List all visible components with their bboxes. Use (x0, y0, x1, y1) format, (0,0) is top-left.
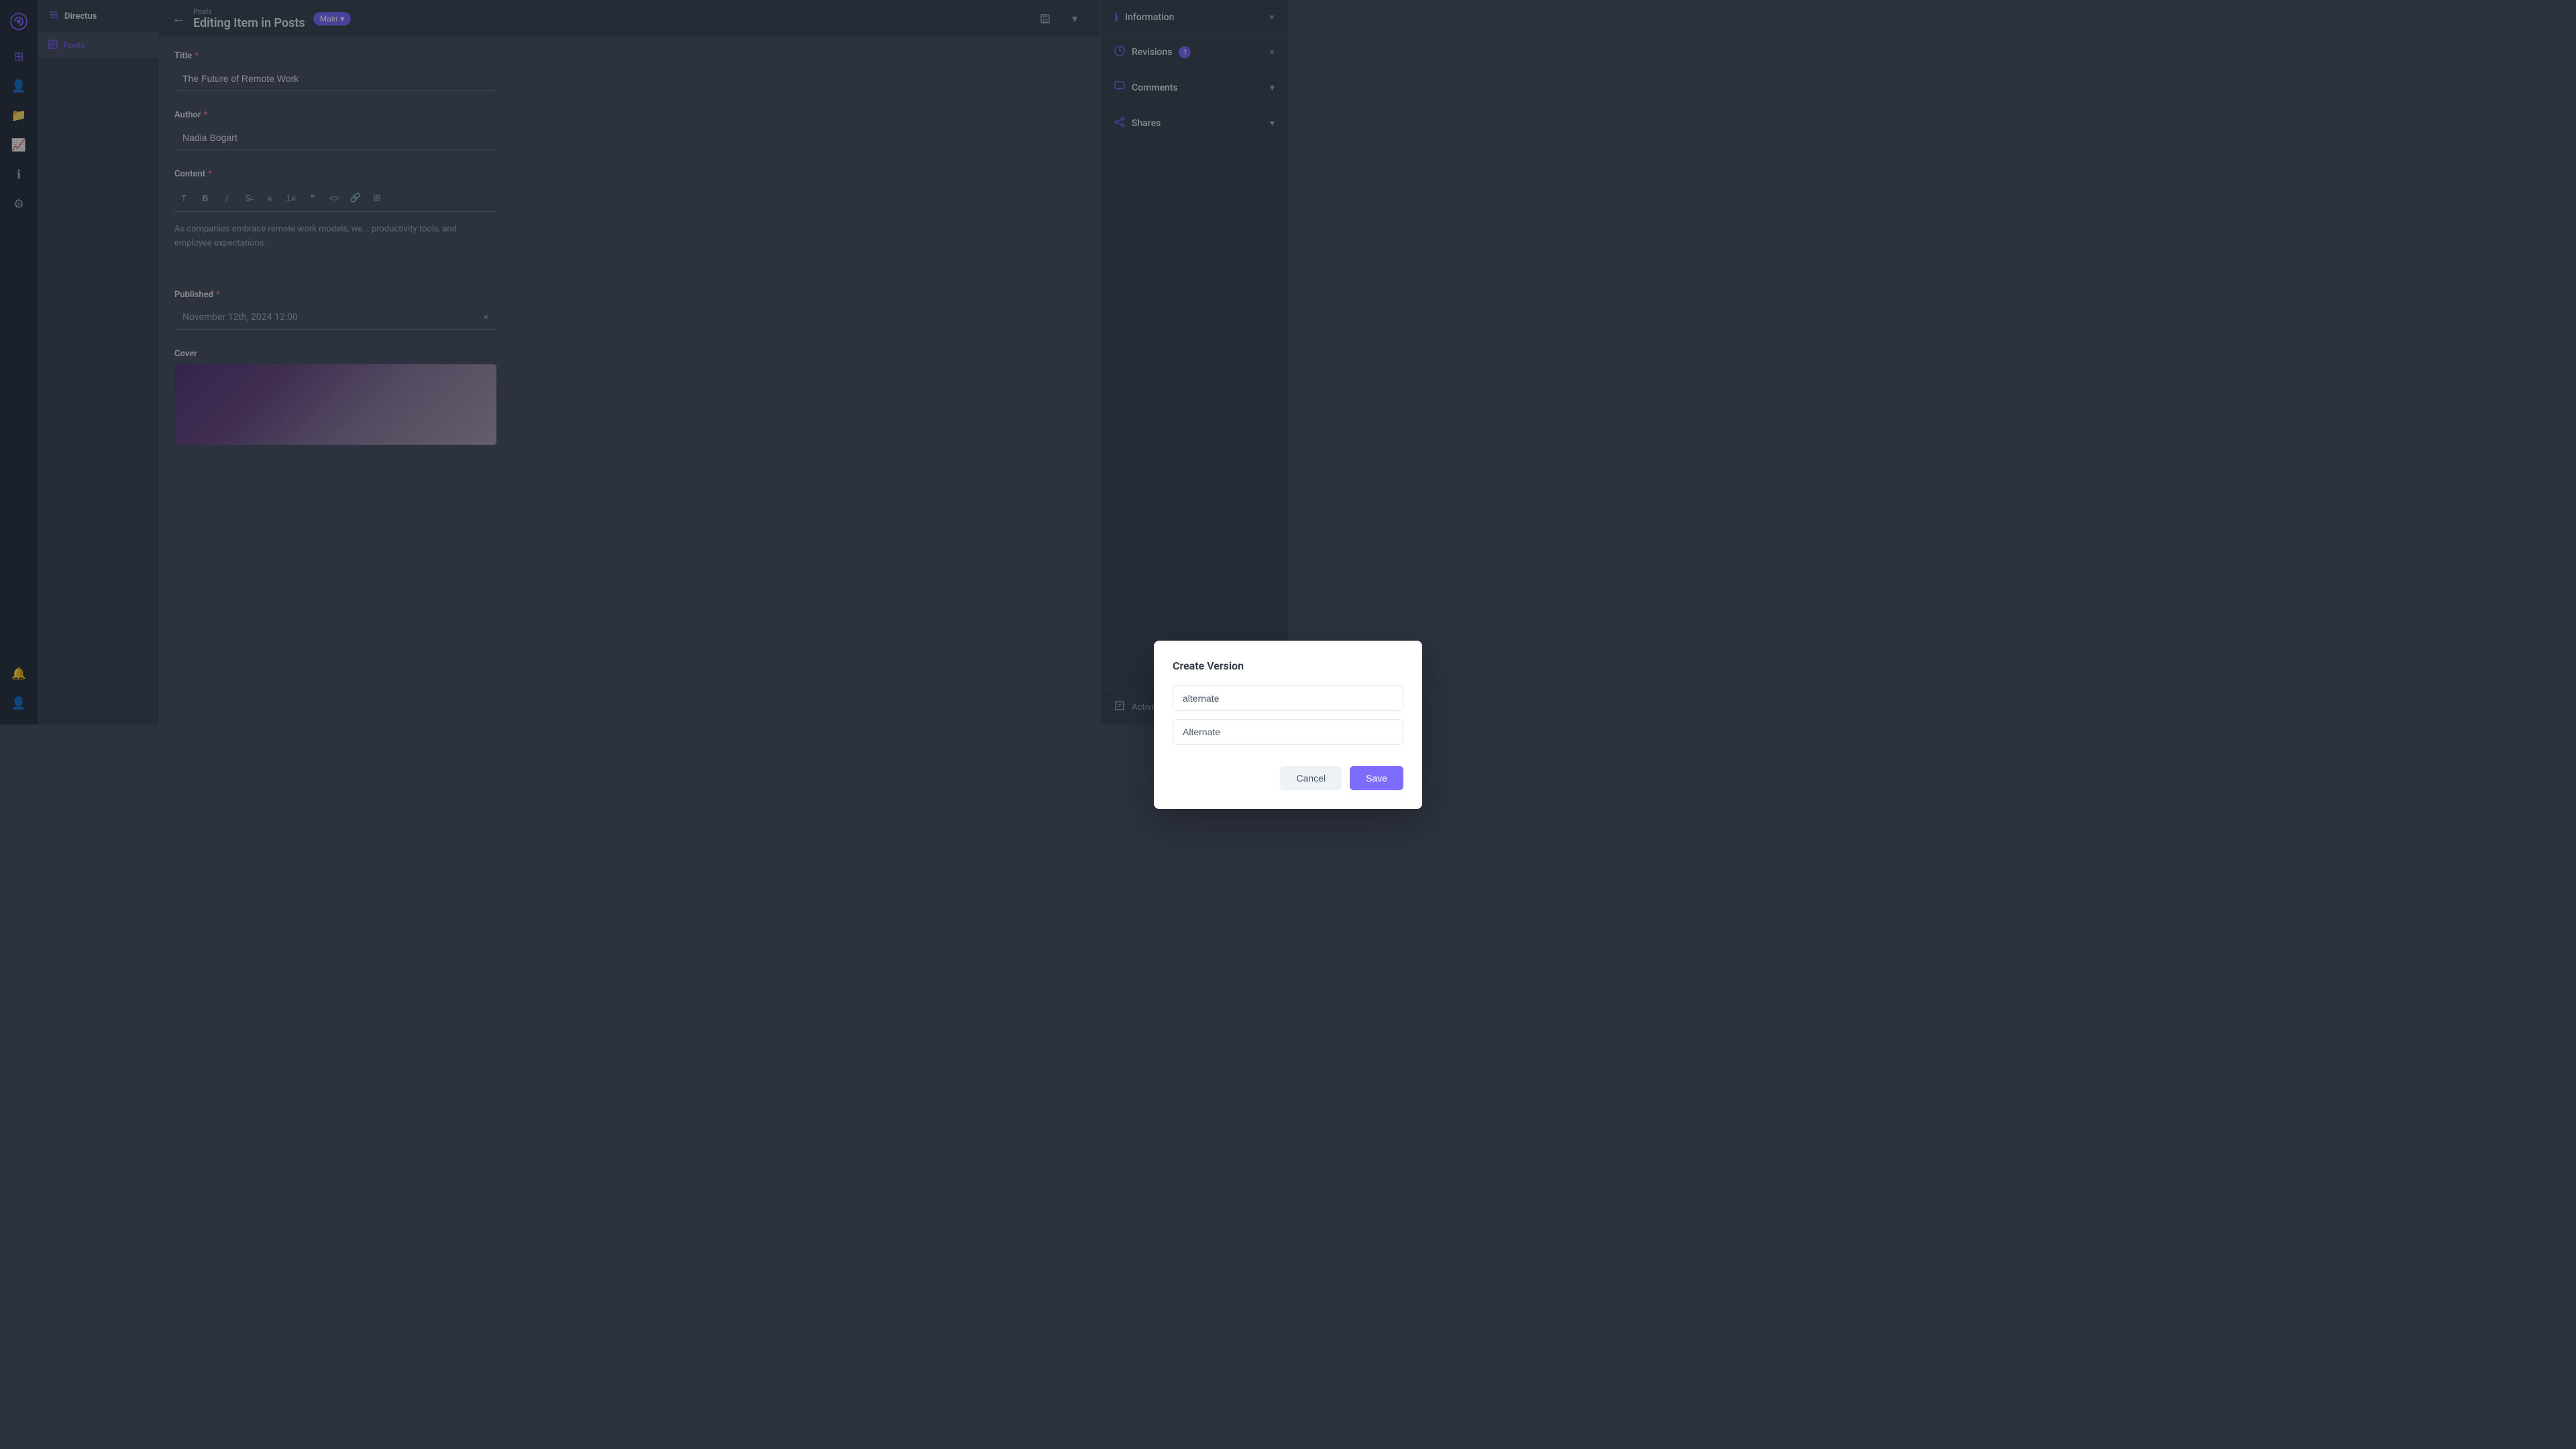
cancel-button[interactable]: Cancel (1280, 766, 1342, 790)
modal-actions: Cancel Save (1173, 766, 1403, 790)
modal-overlay[interactable]: Create Version Cancel Save (0, 0, 2576, 1449)
save-button[interactable]: Save (1350, 766, 1403, 790)
modal-title: Create Version (1173, 659, 1403, 672)
version-name-input[interactable] (1173, 719, 1403, 745)
version-key-input[interactable] (1173, 686, 1403, 711)
create-version-modal: Create Version Cancel Save (1154, 641, 1422, 809)
